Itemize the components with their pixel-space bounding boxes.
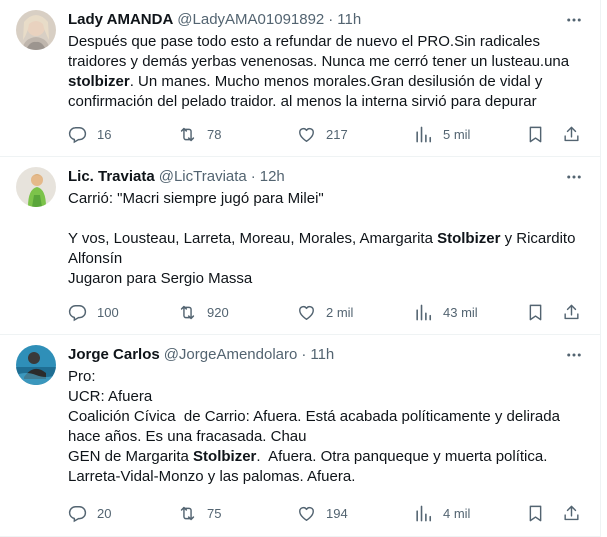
highlighted-keyword: Stolbizer bbox=[437, 230, 501, 247]
retweet-icon bbox=[180, 127, 195, 141]
like-button[interactable]: 194 bbox=[297, 504, 348, 523]
avatar[interactable] bbox=[16, 345, 56, 385]
views-button[interactable]: 43 mil bbox=[414, 303, 478, 322]
share-icon bbox=[564, 126, 579, 141]
tweet-text-part: Carrió: "Macri siempre jugó para Milei" … bbox=[68, 190, 433, 247]
separator-dot: · bbox=[250, 168, 256, 185]
views-icon bbox=[416, 126, 432, 142]
retweet-button[interactable]: 920 bbox=[178, 303, 229, 322]
author-name[interactable]: Lic. Traviata bbox=[68, 167, 155, 187]
highlighted-keyword: stolbizer bbox=[68, 73, 130, 90]
reply-count: 100 bbox=[97, 304, 119, 320]
bookmark-button[interactable] bbox=[526, 504, 545, 523]
heart-icon bbox=[299, 127, 314, 142]
share-button[interactable] bbox=[562, 125, 581, 144]
tweet-actions: 20 75 194 4 mil bbox=[68, 503, 584, 523]
views-count: 5 mil bbox=[443, 126, 471, 142]
separator-dot: · bbox=[301, 346, 307, 363]
reply-icon bbox=[68, 505, 87, 522]
reply-button[interactable]: 100 bbox=[68, 303, 119, 322]
share-button[interactable] bbox=[562, 504, 581, 523]
tweet-text-part: Después que pase todo esto a refundar de… bbox=[68, 33, 574, 70]
timestamp[interactable]: 11h bbox=[337, 10, 361, 30]
bookmark-button[interactable] bbox=[526, 303, 545, 322]
retweet-icon bbox=[180, 506, 195, 520]
reply-button[interactable]: 20 bbox=[68, 504, 111, 523]
tweet-text: Después que pase todo esto a refundar de… bbox=[68, 32, 584, 112]
tweet[interactable]: Lic. Traviata @LicTraviata · 12h Carrió:… bbox=[0, 157, 600, 335]
like-button[interactable]: 2 mil bbox=[297, 303, 353, 322]
bookmark-icon bbox=[529, 126, 542, 142]
reply-count: 16 bbox=[97, 126, 112, 142]
author-handle[interactable]: @JorgeAmendolaro bbox=[164, 345, 298, 365]
retweet-count: 78 bbox=[207, 126, 222, 142]
tweet-actions: 16 78 217 5 mil bbox=[68, 124, 584, 144]
tweet[interactable]: Jorge Carlos @JorgeAmendolaro · 11h Pro:… bbox=[0, 335, 600, 537]
reply-count: 20 bbox=[97, 505, 112, 521]
timestamp[interactable]: 12h bbox=[260, 167, 285, 187]
timestamp[interactable]: 11h bbox=[310, 345, 334, 365]
tweet[interactable]: Lady AMANDA @LadyAMA01091892 · 11h Despu… bbox=[0, 0, 600, 157]
retweet-button[interactable]: 75 bbox=[178, 504, 221, 523]
retweet-icon bbox=[180, 305, 195, 319]
like-count: 2 mil bbox=[326, 304, 354, 320]
bookmark-icon bbox=[529, 505, 542, 521]
more-icon[interactable] bbox=[562, 345, 586, 365]
views-icon bbox=[416, 304, 432, 320]
retweet-count: 920 bbox=[207, 304, 229, 320]
tweet-text-part: . Un manes. Mucho menos morales.Gran des… bbox=[68, 73, 547, 110]
share-button[interactable] bbox=[562, 303, 581, 322]
tweet-feed: Lady AMANDA @LadyAMA01091892 · 11h Despu… bbox=[0, 0, 601, 537]
separator-dot: · bbox=[328, 11, 334, 28]
retweet-count: 75 bbox=[207, 505, 222, 521]
bookmark-button[interactable] bbox=[526, 125, 545, 144]
views-icon bbox=[416, 505, 432, 521]
tweet-text: Carrió: "Macri siempre jugó para Milei" … bbox=[68, 189, 584, 289]
more-icon[interactable] bbox=[562, 167, 586, 187]
avatar[interactable] bbox=[16, 167, 56, 207]
more-icon[interactable] bbox=[562, 10, 586, 30]
like-count: 194 bbox=[326, 505, 348, 521]
author-name[interactable]: Lady AMANDA bbox=[68, 10, 173, 30]
heart-icon bbox=[299, 305, 314, 320]
reply-icon bbox=[68, 304, 87, 321]
author-handle[interactable]: @LicTraviata bbox=[159, 167, 247, 187]
like-button[interactable]: 217 bbox=[297, 125, 348, 144]
views-button[interactable]: 5 mil bbox=[414, 125, 470, 144]
share-icon bbox=[564, 304, 579, 319]
author-handle[interactable]: @LadyAMA01091892 bbox=[177, 10, 324, 30]
views-count: 43 mil bbox=[443, 304, 478, 320]
avatar[interactable] bbox=[16, 10, 56, 50]
tweet-text: Pro: UCR: Afuera Coalición Cívica de Car… bbox=[68, 367, 584, 487]
retweet-button[interactable]: 78 bbox=[178, 125, 221, 144]
views-button[interactable]: 4 mil bbox=[414, 504, 470, 523]
tweet-actions: 100 920 2 mil 43 mil bbox=[68, 302, 584, 322]
bookmark-icon bbox=[529, 304, 542, 320]
like-count: 217 bbox=[326, 126, 348, 142]
heart-icon bbox=[299, 506, 314, 521]
author-name[interactable]: Jorge Carlos bbox=[68, 345, 160, 365]
share-icon bbox=[564, 505, 579, 520]
reply-button[interactable]: 16 bbox=[68, 125, 111, 144]
views-count: 4 mil bbox=[443, 505, 471, 521]
reply-icon bbox=[68, 126, 87, 143]
highlighted-keyword: Stolbizer bbox=[193, 448, 257, 465]
